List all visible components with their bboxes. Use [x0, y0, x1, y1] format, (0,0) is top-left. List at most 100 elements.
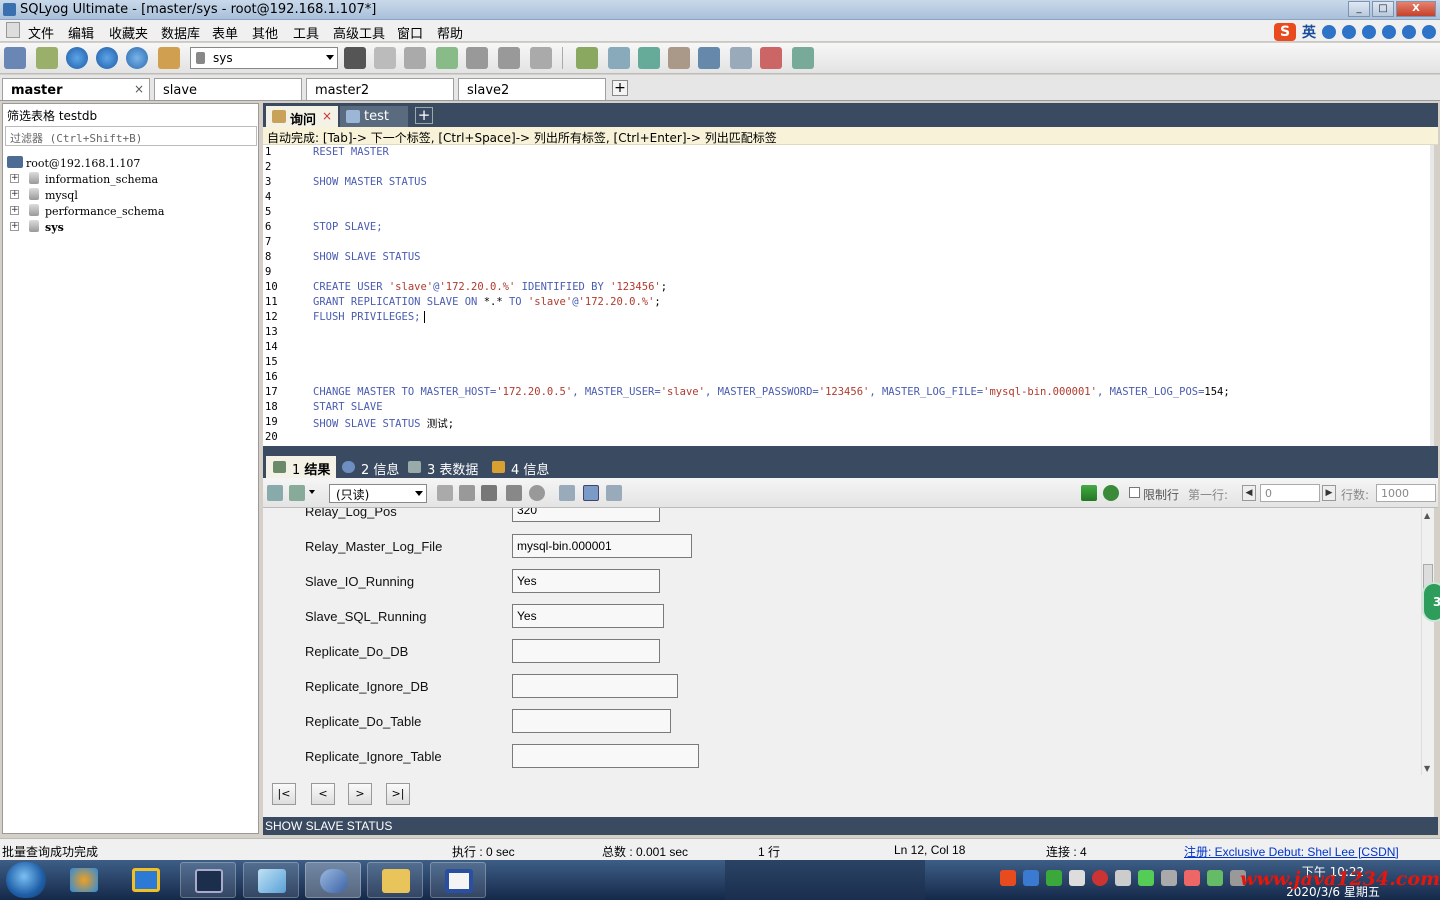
- prev-page-icon[interactable]: ◀: [1242, 485, 1256, 501]
- menu-other[interactable]: 其他: [252, 23, 278, 42]
- expand-icon[interactable]: +: [10, 174, 19, 183]
- sql-editor[interactable]: 1 2 3 4 5 6 7 8 9 10 11 12 13 14 15 16 1…: [263, 145, 1434, 446]
- shield-tray-icon[interactable]: [1138, 870, 1154, 886]
- new-connection-icon[interactable]: [4, 47, 26, 69]
- menu-window[interactable]: 窗口: [397, 23, 423, 42]
- display-tray-icon[interactable]: [1069, 870, 1085, 886]
- register-link[interactable]: 注册: Exclusive Debut: Shel Lee [CSDN]: [1184, 843, 1399, 860]
- job-agent-icon[interactable]: [698, 47, 720, 69]
- field-value[interactable]: [512, 674, 678, 698]
- maximize-button[interactable]: □: [1372, 1, 1394, 17]
- toolbox-icon[interactable]: [1422, 25, 1436, 39]
- expand-icon[interactable]: +: [10, 206, 19, 215]
- copy-database-icon[interactable]: [530, 47, 552, 69]
- sogou-tray-icon[interactable]: [1000, 870, 1016, 886]
- text-view-icon[interactable]: [606, 485, 622, 501]
- schema-sync-icon[interactable]: [608, 47, 630, 69]
- execute-icon[interactable]: [66, 47, 88, 69]
- copy-results-icon[interactable]: [289, 485, 305, 501]
- query-builder-icon[interactable]: [792, 47, 814, 69]
- refresh-icon[interactable]: [126, 47, 148, 69]
- sync-icon[interactable]: [576, 47, 598, 69]
- editor-scrollbar[interactable]: [1430, 145, 1434, 446]
- field-value[interactable]: [512, 709, 671, 733]
- scroll-up-icon[interactable]: ▲: [1424, 511, 1430, 520]
- prev-record-button[interactable]: <: [311, 783, 335, 805]
- filter-input[interactable]: 过滤器 (Ctrl+Shift+B): [5, 126, 257, 146]
- pane-splitter[interactable]: [263, 446, 1438, 454]
- add-connection-button[interactable]: +: [612, 80, 628, 96]
- taskbar-app[interactable]: [367, 862, 423, 898]
- menu-advanced-tools[interactable]: 高级工具: [333, 23, 385, 42]
- cloud-tray-icon[interactable]: [1184, 870, 1200, 886]
- sogou-logo-icon[interactable]: S: [1274, 23, 1296, 41]
- tree-db-information-schema[interactable]: information_schema: [45, 173, 158, 186]
- ime-mode[interactable]: 英: [1302, 22, 1316, 42]
- expand-icon[interactable]: +: [10, 222, 19, 231]
- usb-tray-icon[interactable]: [1115, 870, 1131, 886]
- taskbar-app-sqlyog[interactable]: [305, 862, 361, 898]
- schema-icon[interactable]: [158, 47, 180, 69]
- security-tray-icon[interactable]: [1046, 870, 1062, 886]
- refresh-icon[interactable]: [1103, 485, 1119, 501]
- taskbar-app[interactable]: [180, 862, 236, 898]
- menu-file[interactable]: 文件: [28, 23, 54, 42]
- field-value[interactable]: Yes: [512, 569, 660, 593]
- grid-view-icon[interactable]: [559, 485, 575, 501]
- new-query-tab-button[interactable]: +: [415, 107, 433, 124]
- menu-favorites[interactable]: 收藏夹: [109, 23, 148, 42]
- form-view-icon[interactable]: [583, 485, 599, 501]
- tree-db-performance-schema[interactable]: performance_schema: [45, 205, 164, 218]
- document-icon[interactable]: [6, 22, 20, 38]
- database-select[interactable]: sys: [190, 47, 338, 69]
- tab-slave2[interactable]: slave2: [458, 78, 606, 100]
- menu-help[interactable]: 帮助: [437, 23, 463, 42]
- close-icon[interactable]: ×: [322, 109, 332, 123]
- table-icon[interactable]: [498, 47, 520, 69]
- schema-designer-icon[interactable]: [760, 47, 782, 69]
- antivirus-tray-icon[interactable]: [1092, 870, 1108, 886]
- limit-rows-checkbox[interactable]: [1129, 487, 1140, 498]
- taskbar-app[interactable]: [243, 862, 299, 898]
- tree-db-mysql[interactable]: mysql: [45, 189, 78, 202]
- network-tray-icon[interactable]: [1023, 870, 1039, 886]
- tab-table-data[interactable]: 3 表数据: [401, 456, 484, 478]
- microphone-icon[interactable]: [1362, 25, 1376, 39]
- field-value[interactable]: 320: [512, 508, 660, 522]
- insert-row-icon[interactable]: [437, 485, 453, 501]
- backup-icon[interactable]: [404, 47, 426, 69]
- tree-host[interactable]: root@192.168.1.107: [26, 157, 140, 170]
- next-page-icon[interactable]: ▶: [1322, 485, 1336, 501]
- keyboard-icon[interactable]: [1382, 25, 1396, 39]
- tab-master[interactable]: master ×: [2, 78, 150, 100]
- form-scrollbar[interactable]: ▲ ▼: [1421, 508, 1434, 775]
- filter-icon[interactable]: [1081, 485, 1097, 501]
- nvidia-tray-icon[interactable]: [1207, 870, 1223, 886]
- tab-master2[interactable]: master2: [306, 78, 454, 100]
- create-database-icon[interactable]: [374, 47, 396, 69]
- close-button[interactable]: X: [1396, 1, 1436, 17]
- menu-edit[interactable]: 编辑: [68, 23, 94, 42]
- punctuation-icon[interactable]: [1322, 25, 1336, 39]
- menu-table[interactable]: 表单: [212, 23, 238, 42]
- field-value[interactable]: mysql-bin.000001: [512, 534, 692, 558]
- taskbar-app[interactable]: [56, 862, 112, 898]
- start-button[interactable]: [6, 862, 46, 898]
- tab-info[interactable]: 4 信息: [485, 456, 555, 478]
- tab-messages[interactable]: 2 信息: [335, 456, 405, 478]
- menu-database[interactable]: 数据库: [161, 23, 200, 42]
- data-sync-icon[interactable]: [638, 47, 660, 69]
- first-row-input[interactable]: 0: [1260, 484, 1320, 502]
- tab-test[interactable]: test: [340, 106, 408, 127]
- minimize-button[interactable]: _: [1348, 1, 1370, 17]
- rows-input[interactable]: 1000: [1376, 484, 1436, 502]
- expand-icon[interactable]: +: [10, 190, 19, 199]
- export-icon[interactable]: [267, 485, 283, 501]
- emoji-icon[interactable]: [1342, 25, 1356, 39]
- tree-db-sys[interactable]: sys: [45, 221, 64, 234]
- new-query-icon[interactable]: [36, 47, 58, 69]
- next-record-button[interactable]: >: [348, 783, 372, 805]
- chevron-down-icon[interactable]: [309, 490, 315, 494]
- close-icon[interactable]: ×: [134, 82, 144, 96]
- execute-all-icon[interactable]: [96, 47, 118, 69]
